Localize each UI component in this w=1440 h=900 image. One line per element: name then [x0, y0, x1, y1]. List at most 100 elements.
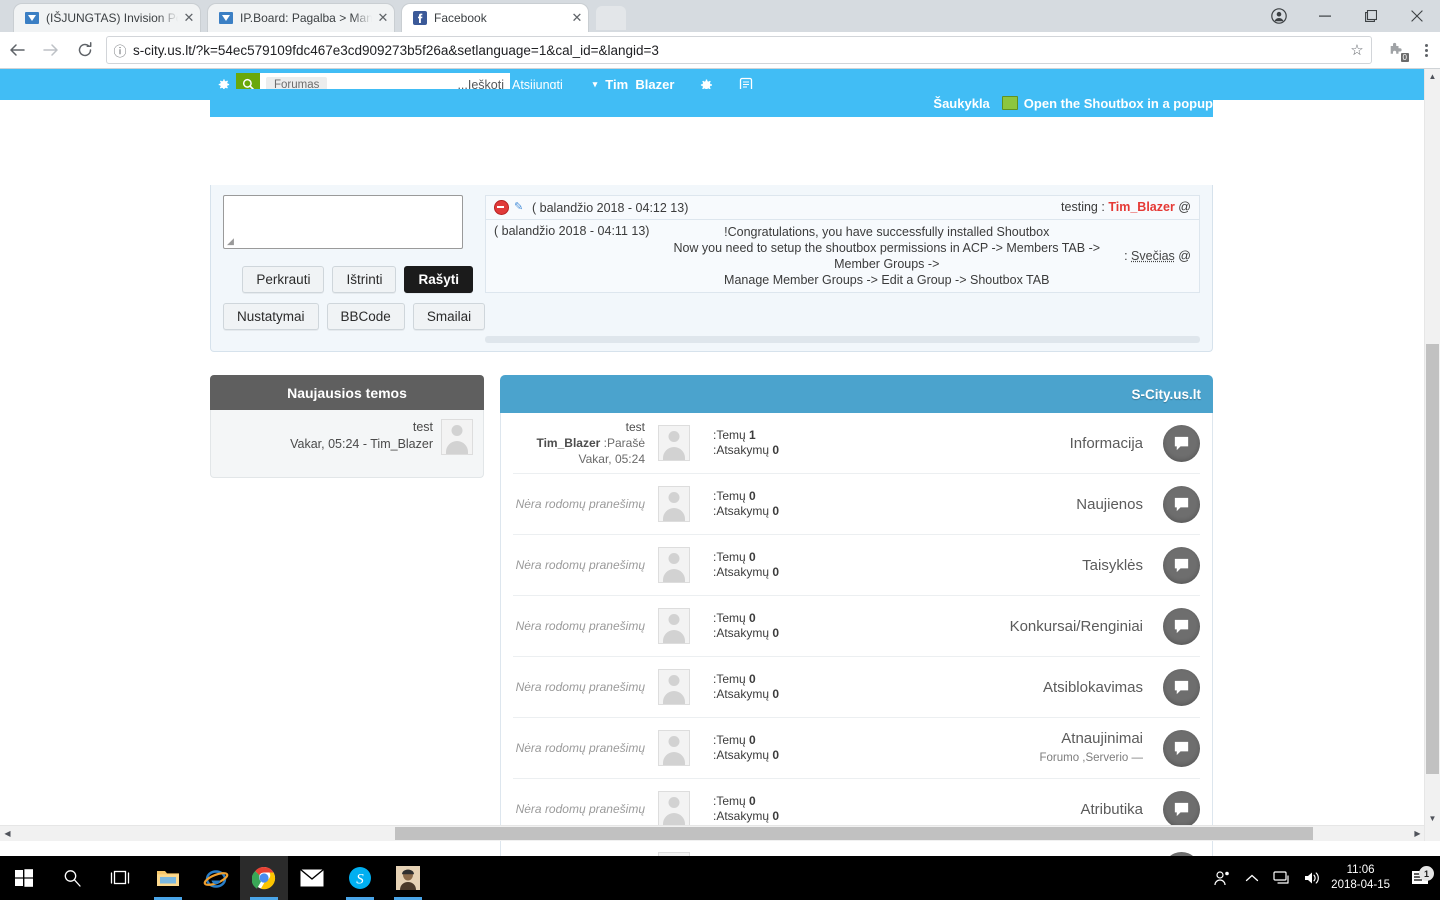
window-maximize-button[interactable] [1348, 0, 1394, 32]
last-post-cell: Nėra rodomų pranešimų [513, 679, 657, 695]
shout-author[interactable]: Tim_Blazer [1108, 200, 1174, 214]
shout-message-meta: testing : Tim_Blazer @ [1061, 200, 1191, 214]
forum-name[interactable]: Atributika [1080, 801, 1143, 818]
google-chrome-button[interactable] [240, 856, 288, 900]
last-post-cell: Nėra rodomų pranešimų [513, 801, 657, 817]
forum-name-cell: Atsiblokavimas [843, 678, 1157, 697]
shoutbox-settings-button[interactable]: Nustatymai [223, 303, 319, 330]
table-row[interactable]: Atrankos :Temų 0 :Atsakymų 0 Nėra rodomų… [513, 840, 1200, 856]
forum-name[interactable]: Konkursai/Renginiai [1010, 618, 1143, 635]
last-post-author[interactable]: Tim_Blazer [536, 436, 600, 450]
latest-topics-title: Naujausios temos [210, 375, 484, 410]
new-tab-button[interactable] [596, 6, 626, 30]
forum-speech-bubble-icon [1163, 546, 1200, 584]
scroll-up-arrow-icon[interactable]: ▲ [1425, 69, 1440, 84]
scroll-right-arrow-icon[interactable]: ▶ [1410, 826, 1425, 841]
network-icon[interactable] [1267, 870, 1297, 886]
table-row[interactable]: Informacija :Temų 1 :Atsakymų 0 test Tim… [513, 413, 1200, 474]
forum-subforums[interactable]: Forumo ,Serverio — [843, 749, 1143, 768]
edit-pencil-icon[interactable]: ✎ [514, 201, 527, 214]
show-hidden-icons-chevron-up-icon[interactable] [1237, 871, 1267, 885]
extension-icon[interactable]: 0 [1378, 32, 1412, 68]
volume-icon[interactable] [1297, 870, 1327, 886]
topics-count: 0 [749, 550, 756, 564]
back-button[interactable] [0, 32, 34, 68]
vertical-scrollbar-thumb[interactable] [1426, 344, 1439, 774]
forum-name[interactable]: Naujienos [1076, 496, 1143, 513]
shoutbox-textarea[interactable]: ◢ [223, 195, 463, 249]
delete-icon[interactable] [494, 200, 509, 215]
list-item[interactable]: test Vakar, 05:24 - Tim_Blazer [221, 419, 473, 455]
horizontal-scrollbar-thumb[interactable] [395, 827, 1313, 840]
last-post-avatar-wrap [657, 730, 691, 766]
tab-close-icon[interactable]: ✕ [178, 10, 200, 26]
shoutbox-smilies-button[interactable]: Smailai [412, 303, 486, 330]
latest-topic-texts: test Vakar, 05:24 - Tim_Blazer [290, 419, 433, 453]
tab-close-icon[interactable]: ✕ [372, 10, 394, 26]
address-bar[interactable]: ⓘ s-city.us.lt/?k=54ec579109fdc467e3cd90… [106, 36, 1372, 64]
mail-button[interactable] [288, 856, 336, 900]
avatar [658, 425, 690, 461]
forward-button[interactable] [34, 32, 68, 68]
horizontal-scrollbar[interactable]: ◀ ▶ [0, 825, 1425, 841]
people-icon[interactable] [1207, 869, 1237, 887]
extension-badge: 0 [1400, 53, 1409, 62]
browser-tab-1[interactable]: (IŠJUNGTAS) Invision Pow ✕ [14, 4, 200, 32]
shout-message-actions: ✎ ( balandžio 2018 - 04:12 13) [494, 200, 688, 215]
file-explorer-button[interactable] [144, 856, 192, 900]
tab-title: (IŠJUNGTAS) Invision Pow [46, 11, 178, 25]
bookmark-star-icon[interactable]: ☆ [1343, 41, 1371, 59]
popup-window-icon[interactable] [1001, 96, 1018, 110]
start-button[interactable] [0, 856, 48, 900]
page-info-icon[interactable]: ⓘ [107, 41, 133, 60]
table-row[interactable]: Taisyklės :Temų 0 :Atsakymų 0 Nėra rodom… [513, 535, 1200, 596]
clock[interactable]: 11:06 2018-04-15 [1331, 863, 1390, 893]
profile-avatar-icon[interactable] [1256, 0, 1302, 32]
action-center-button[interactable]: 1 [1400, 866, 1440, 887]
last-post-title[interactable]: test [513, 419, 645, 435]
table-row[interactable]: Atsiblokavimas :Temų 0 :Atsakymų 0 Nėra … [513, 657, 1200, 718]
table-row[interactable]: Atnaujinimai Forumo ,Serverio — :Temų 0 … [513, 718, 1200, 779]
forum-name[interactable]: Atsiblokavimas [1043, 679, 1143, 696]
shout-message-meta: : Svečias @ [1124, 249, 1191, 263]
scroll-left-arrow-icon[interactable]: ◀ [0, 826, 15, 841]
delete-shoutbox-button[interactable]: Ištrinti [332, 266, 397, 293]
vertical-scrollbar[interactable]: ▲ ▼ [1424, 69, 1440, 841]
latest-topic-title[interactable]: test [290, 419, 433, 436]
chrome-menu-icon[interactable] [1412, 32, 1440, 68]
table-row[interactable]: Konkursai/Renginiai :Temų 0 :Atsakymų 0 … [513, 596, 1200, 657]
chrome-browser-window: (IŠJUNGTAS) Invision Pow ✕ IP.Board: Pag… [0, 0, 1440, 856]
search-button[interactable] [48, 856, 96, 900]
topics-label: :Temų [713, 611, 746, 625]
category-title[interactable]: S-City.us.lt [500, 375, 1213, 413]
forum-name[interactable]: Atnaujinimai [1061, 730, 1143, 747]
last-post-avatar-wrap [657, 608, 691, 644]
shoutbox-bbcode-button[interactable]: BBCode [326, 303, 405, 330]
window-close-button[interactable] [1394, 0, 1440, 32]
photo-app-button[interactable] [384, 856, 432, 900]
scroll-down-arrow-icon[interactable]: ▼ [1425, 811, 1440, 826]
replies-label: :Atsakymų [713, 565, 770, 579]
forum-name[interactable]: Informacija [1070, 435, 1143, 452]
table-row[interactable]: Naujienos :Temų 0 :Atsakymų 0 Nėra rodom… [513, 474, 1200, 535]
reload-button[interactable] [68, 32, 102, 68]
post-shout-button[interactable]: Rašyti [404, 266, 473, 293]
forum-name[interactable]: Taisyklės [1082, 557, 1143, 574]
tab-close-icon[interactable]: ✕ [566, 10, 588, 26]
topics-count: 0 [749, 489, 756, 503]
skype-button[interactable]: S [336, 856, 384, 900]
reload-shoutbox-button[interactable]: Perkrauti [242, 266, 325, 293]
shoutbox-popup-link[interactable]: Open the Shoutbox in a popup [1024, 96, 1213, 111]
internet-explorer-button[interactable] [192, 856, 240, 900]
window-minimize-button[interactable] [1302, 0, 1348, 32]
notification-count-badge: 1 [1419, 866, 1434, 881]
latest-topic-meta: Vakar, 05:24 - Tim_Blazer [290, 437, 433, 451]
avatar [658, 547, 690, 583]
browser-tab-2[interactable]: IP.Board: Pagalba > Man ✕ [208, 4, 394, 32]
avatar [658, 608, 690, 644]
shoutbox-scrollbar[interactable] [485, 336, 1200, 343]
task-view-button[interactable] [96, 856, 144, 900]
resize-handle-icon[interactable]: ◢ [227, 237, 236, 246]
browser-tab-3[interactable]: Facebook ✕ [402, 4, 588, 32]
clock-time: 11:06 [1346, 864, 1375, 876]
